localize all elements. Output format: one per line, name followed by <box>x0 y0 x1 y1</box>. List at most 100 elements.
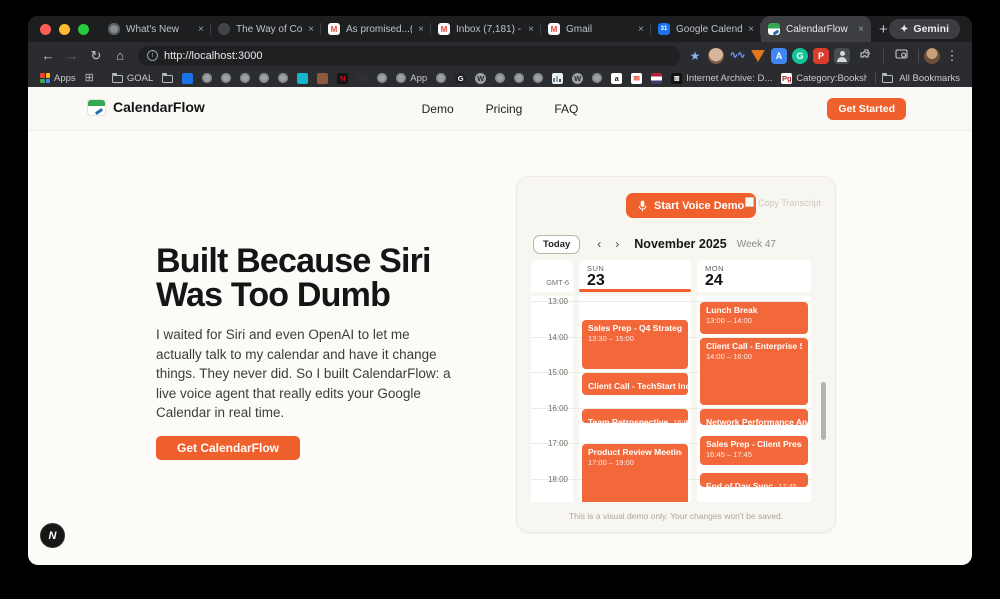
site-brand[interactable]: CalendarFlow <box>88 99 205 115</box>
bookmark-item[interactable]: ▥ Internet Archive: D... <box>671 72 772 84</box>
browser-tab-1[interactable]: What's New × <box>101 16 211 42</box>
address-bar[interactable]: i http://localhost:3000 <box>138 45 680 66</box>
calendar-event[interactable]: Client Call - TechStart Inc15:00 <box>582 373 688 395</box>
tab-close-icon[interactable]: × <box>198 24 204 35</box>
browser-tab-2[interactable]: The Way of Code | Rick × <box>211 16 321 42</box>
bookmark-item[interactable] <box>651 72 663 84</box>
tab-close-icon[interactable]: × <box>308 24 314 35</box>
calendar-event[interactable]: Client Call - Enterprise Solutions14:00 … <box>700 337 808 405</box>
event-time: 13:00 – 14:00 <box>706 316 752 326</box>
bookmark-item[interactable] <box>495 73 506 83</box>
bookmark-item[interactable] <box>182 72 194 84</box>
grammarly-extension-icon[interactable]: G <box>792 47 808 64</box>
month-label: November 2025 <box>634 237 727 251</box>
profile-avatar[interactable] <box>924 47 940 64</box>
gmail-icon: M <box>328 23 340 35</box>
bookmark-item[interactable] <box>533 73 544 83</box>
bookmark-item[interactable] <box>377 73 388 83</box>
bookmark-item[interactable]: W <box>475 72 487 84</box>
browser-tab-6[interactable]: 31 Google Calendar - Wee × <box>651 16 761 42</box>
calendar-event[interactable]: Sales Prep - Q4 Strategy 13:30 – 15:00 <box>582 320 688 370</box>
bookmark-item[interactable] <box>514 73 525 83</box>
day-header-mon[interactable]: MON 24 <box>697 260 811 292</box>
bookmark-item[interactable]: N <box>337 72 349 84</box>
browser-tab-5[interactable]: M Gmail × <box>541 16 651 42</box>
calendar-event[interactable]: Product Review Meeting 17:00 – 19:00 <box>582 444 688 502</box>
bookmark-item[interactable]: GOAL <box>111 73 153 84</box>
bookmark-item[interactable] <box>278 73 289 83</box>
extensions-puzzle-icon[interactable] <box>854 48 878 63</box>
bookmark-item[interactable] <box>552 72 564 84</box>
browser-tab-7[interactable]: CalendarFlow × <box>761 16 871 42</box>
calendar-event[interactable]: Network Performance An...16:00 <box>700 408 808 425</box>
reload-button[interactable]: ↻ <box>84 49 108 62</box>
menu-kebab-icon[interactable]: ⋮ <box>940 49 964 62</box>
person-extension-icon[interactable] <box>834 47 850 64</box>
forward-button[interactable]: → <box>60 49 84 62</box>
bookmark-item[interactable]: ✉ <box>631 72 643 84</box>
bookmark-item[interactable]: G <box>455 72 467 84</box>
bookmark-star-icon[interactable]: ★ <box>686 49 704 63</box>
gemini-button[interactable]: ✦ Gemini <box>889 19 960 39</box>
calendar-event[interactable]: End of Day Sync 17:45 <box>700 472 808 488</box>
tab-close-icon[interactable]: × <box>748 24 754 35</box>
translate-extension-icon[interactable]: A <box>771 47 787 64</box>
bookmark-item[interactable] <box>202 73 213 83</box>
get-started-button[interactable]: Get Started <box>827 98 906 120</box>
bookmark-item[interactable]: App <box>396 73 427 84</box>
zoom-window-button[interactable] <box>78 23 89 35</box>
minimize-window-button[interactable] <box>59 23 70 35</box>
copy-transcript-button[interactable]: Copy Transcript <box>744 197 821 208</box>
prev-week-chevron-icon[interactable]: ‹ <box>590 237 608 251</box>
calendar-event[interactable]: Lunch Break 13:00 – 14:00 <box>700 302 808 334</box>
nav-link-demo[interactable]: Demo <box>422 102 454 116</box>
browser-tab-4[interactable]: M Inbox (7,181) - dg1h1t9 × <box>431 16 541 42</box>
wordpress-icon: W <box>475 72 487 84</box>
new-tab-button[interactable]: + <box>879 21 888 38</box>
back-button[interactable]: ← <box>36 49 60 62</box>
bookmark-item[interactable] <box>317 72 329 84</box>
tab-close-icon[interactable]: × <box>418 24 424 35</box>
start-voice-demo-button[interactable]: Start Voice Demo <box>626 193 757 218</box>
next-week-chevron-icon[interactable]: › <box>608 237 626 251</box>
all-bookmarks[interactable]: All Bookmarks <box>875 72 960 84</box>
bookmark-item[interactable] <box>357 72 369 84</box>
nav-link-pricing[interactable]: Pricing <box>486 102 523 116</box>
bookmark-item[interactable] <box>259 73 270 83</box>
bookmark-item[interactable] <box>297 72 309 84</box>
fox-extension-icon[interactable] <box>750 48 766 64</box>
bookmark-item[interactable] <box>162 73 174 83</box>
bookmark-item[interactable]: PgCategory:Bookshe... <box>781 72 867 84</box>
bookmark-item[interactable]: W <box>572 72 584 84</box>
tab-close-icon[interactable]: × <box>858 24 864 35</box>
nextjs-dev-badge[interactable]: N <box>40 523 65 548</box>
tab-close-icon[interactable]: × <box>638 24 644 35</box>
bookmark-item[interactable]: Apps <box>40 73 76 84</box>
bookmark-item[interactable] <box>436 73 447 83</box>
get-calendarflow-button[interactable]: Get CalendarFlow <box>156 436 300 460</box>
flag-icon <box>651 72 663 84</box>
bookmark-item[interactable]: ⊞ <box>85 72 94 84</box>
nav-link-faq[interactable]: FAQ <box>554 102 578 116</box>
calendar-event[interactable]: Sales Prep - Client Presentation16:45 – … <box>700 435 808 465</box>
browser-tab-3[interactable]: M As promised...(plus a s × <box>321 16 431 42</box>
day-header-sun[interactable]: SUN 23 <box>579 260 691 292</box>
tab-close-icon[interactable]: × <box>528 24 534 35</box>
calendar-scrollbar[interactable] <box>821 382 826 440</box>
bookmark-item[interactable] <box>592 73 603 83</box>
bookmark-item[interactable]: a <box>611 72 623 84</box>
bookmark-item[interactable] <box>240 73 251 83</box>
tab-search-icon[interactable] <box>889 49 913 62</box>
calendar-grid: GMT-6 SUN 23 MON 24 13:00 14:00 15:00 16:00 17:… <box>531 260 823 502</box>
face-extension-icon[interactable] <box>708 47 724 64</box>
home-button[interactable]: ⌂ <box>108 49 132 62</box>
close-window-button[interactable] <box>40 23 51 35</box>
today-button[interactable]: Today <box>533 234 581 254</box>
site-info-icon[interactable]: i <box>147 50 158 61</box>
event-time: 16:45 – 17:45 <box>706 449 752 459</box>
postman-extension-icon[interactable]: P <box>813 47 829 64</box>
tab-label: What's New <box>126 23 180 35</box>
bookmark-item[interactable] <box>221 73 232 83</box>
calendar-event[interactable]: Team Retrospective 16:00 <box>582 408 688 424</box>
waves-extension-icon[interactable]: ∿∿ <box>729 48 746 64</box>
